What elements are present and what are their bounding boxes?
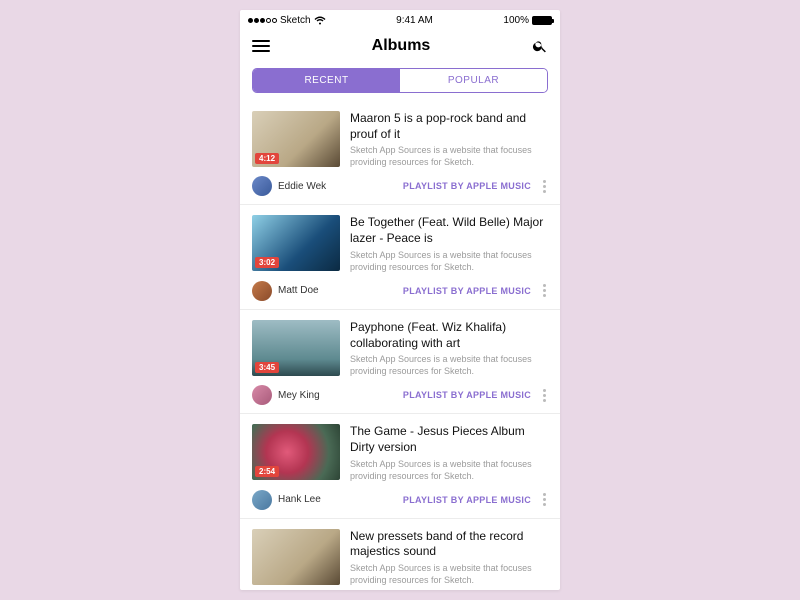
duration-badge: 3:45 xyxy=(255,362,279,373)
thumbnail[interactable] xyxy=(252,529,340,585)
playlist-link[interactable]: PLAYLIST BY APPLE MUSIC xyxy=(403,181,531,191)
status-left: Sketch xyxy=(248,15,326,26)
duration-badge: 3:02 xyxy=(255,257,279,268)
item-desc: Sketch App Sources is a website that foc… xyxy=(350,562,548,586)
author-name: Eddie Wek xyxy=(278,181,326,192)
playlist-link[interactable]: PLAYLIST BY APPLE MUSIC xyxy=(403,495,531,505)
item-title: Be Together (Feat. Wild Belle) Major laz… xyxy=(350,215,548,246)
segmented-tabs: RECENT POPULAR xyxy=(252,68,548,93)
avatar[interactable] xyxy=(252,176,272,196)
nav-bar: Albums xyxy=(240,28,560,64)
signal-dots-icon xyxy=(248,18,277,23)
battery-pct: 100% xyxy=(503,15,529,26)
item-title: Maaron 5 is a pop-rock band and prouf of… xyxy=(350,111,548,142)
phone-frame: Sketch 9:41 AM 100% Albums RECENT POPULA… xyxy=(240,10,560,590)
more-icon[interactable] xyxy=(541,389,548,402)
list-item[interactable]: 4:12 Maaron 5 is a pop-rock band and pro… xyxy=(240,101,560,205)
item-desc: Sketch App Sources is a website that foc… xyxy=(350,353,548,377)
status-time: 9:41 AM xyxy=(396,15,433,26)
playlist-link[interactable]: PLAYLIST BY APPLE MUSIC xyxy=(403,286,531,296)
thumbnail[interactable]: 3:02 xyxy=(252,215,340,271)
thumbnail[interactable]: 2:54 xyxy=(252,424,340,480)
item-title: Payphone (Feat. Wiz Khalifa) collaborati… xyxy=(350,320,548,351)
duration-badge: 4:12 xyxy=(255,153,279,164)
item-title: New pressets band of the record majestic… xyxy=(350,529,548,560)
more-icon[interactable] xyxy=(541,284,548,297)
avatar[interactable] xyxy=(252,281,272,301)
avatar[interactable] xyxy=(252,490,272,510)
author-name: Mey King xyxy=(278,390,320,401)
album-list[interactable]: 4:12 Maaron 5 is a pop-rock band and pro… xyxy=(240,101,560,590)
author-name: Matt Doe xyxy=(278,285,319,296)
playlist-link[interactable]: PLAYLIST BY APPLE MUSIC xyxy=(403,390,531,400)
status-right: 100% xyxy=(503,15,552,26)
duration-badge: 2:54 xyxy=(255,466,279,477)
author-name: Hank Lee xyxy=(278,494,321,505)
page-title: Albums xyxy=(372,37,431,55)
menu-icon[interactable] xyxy=(252,40,270,52)
avatar[interactable] xyxy=(252,385,272,405)
thumbnail[interactable]: 4:12 xyxy=(252,111,340,167)
list-item[interactable]: 3:02 Be Together (Feat. Wild Belle) Majo… xyxy=(240,205,560,309)
status-bar: Sketch 9:41 AM 100% xyxy=(240,10,560,28)
list-item[interactable]: 2:54 The Game - Jesus Pieces Album Dirty… xyxy=(240,414,560,518)
more-icon[interactable] xyxy=(541,180,548,193)
item-title: The Game - Jesus Pieces Album Dirty vers… xyxy=(350,424,548,455)
search-icon[interactable] xyxy=(532,38,548,54)
item-desc: Sketch App Sources is a website that foc… xyxy=(350,458,548,482)
battery-icon xyxy=(532,16,552,25)
list-item[interactable]: 3:45 Payphone (Feat. Wiz Khalifa) collab… xyxy=(240,310,560,414)
tab-popular[interactable]: POPULAR xyxy=(400,69,547,92)
tab-recent[interactable]: RECENT xyxy=(253,69,400,92)
wifi-icon xyxy=(314,16,326,25)
more-icon[interactable] xyxy=(541,493,548,506)
thumbnail[interactable]: 3:45 xyxy=(252,320,340,376)
item-desc: Sketch App Sources is a website that foc… xyxy=(350,144,548,168)
carrier-label: Sketch xyxy=(280,15,311,26)
list-item[interactable]: New pressets band of the record majestic… xyxy=(240,519,560,590)
item-desc: Sketch App Sources is a website that foc… xyxy=(350,249,548,273)
